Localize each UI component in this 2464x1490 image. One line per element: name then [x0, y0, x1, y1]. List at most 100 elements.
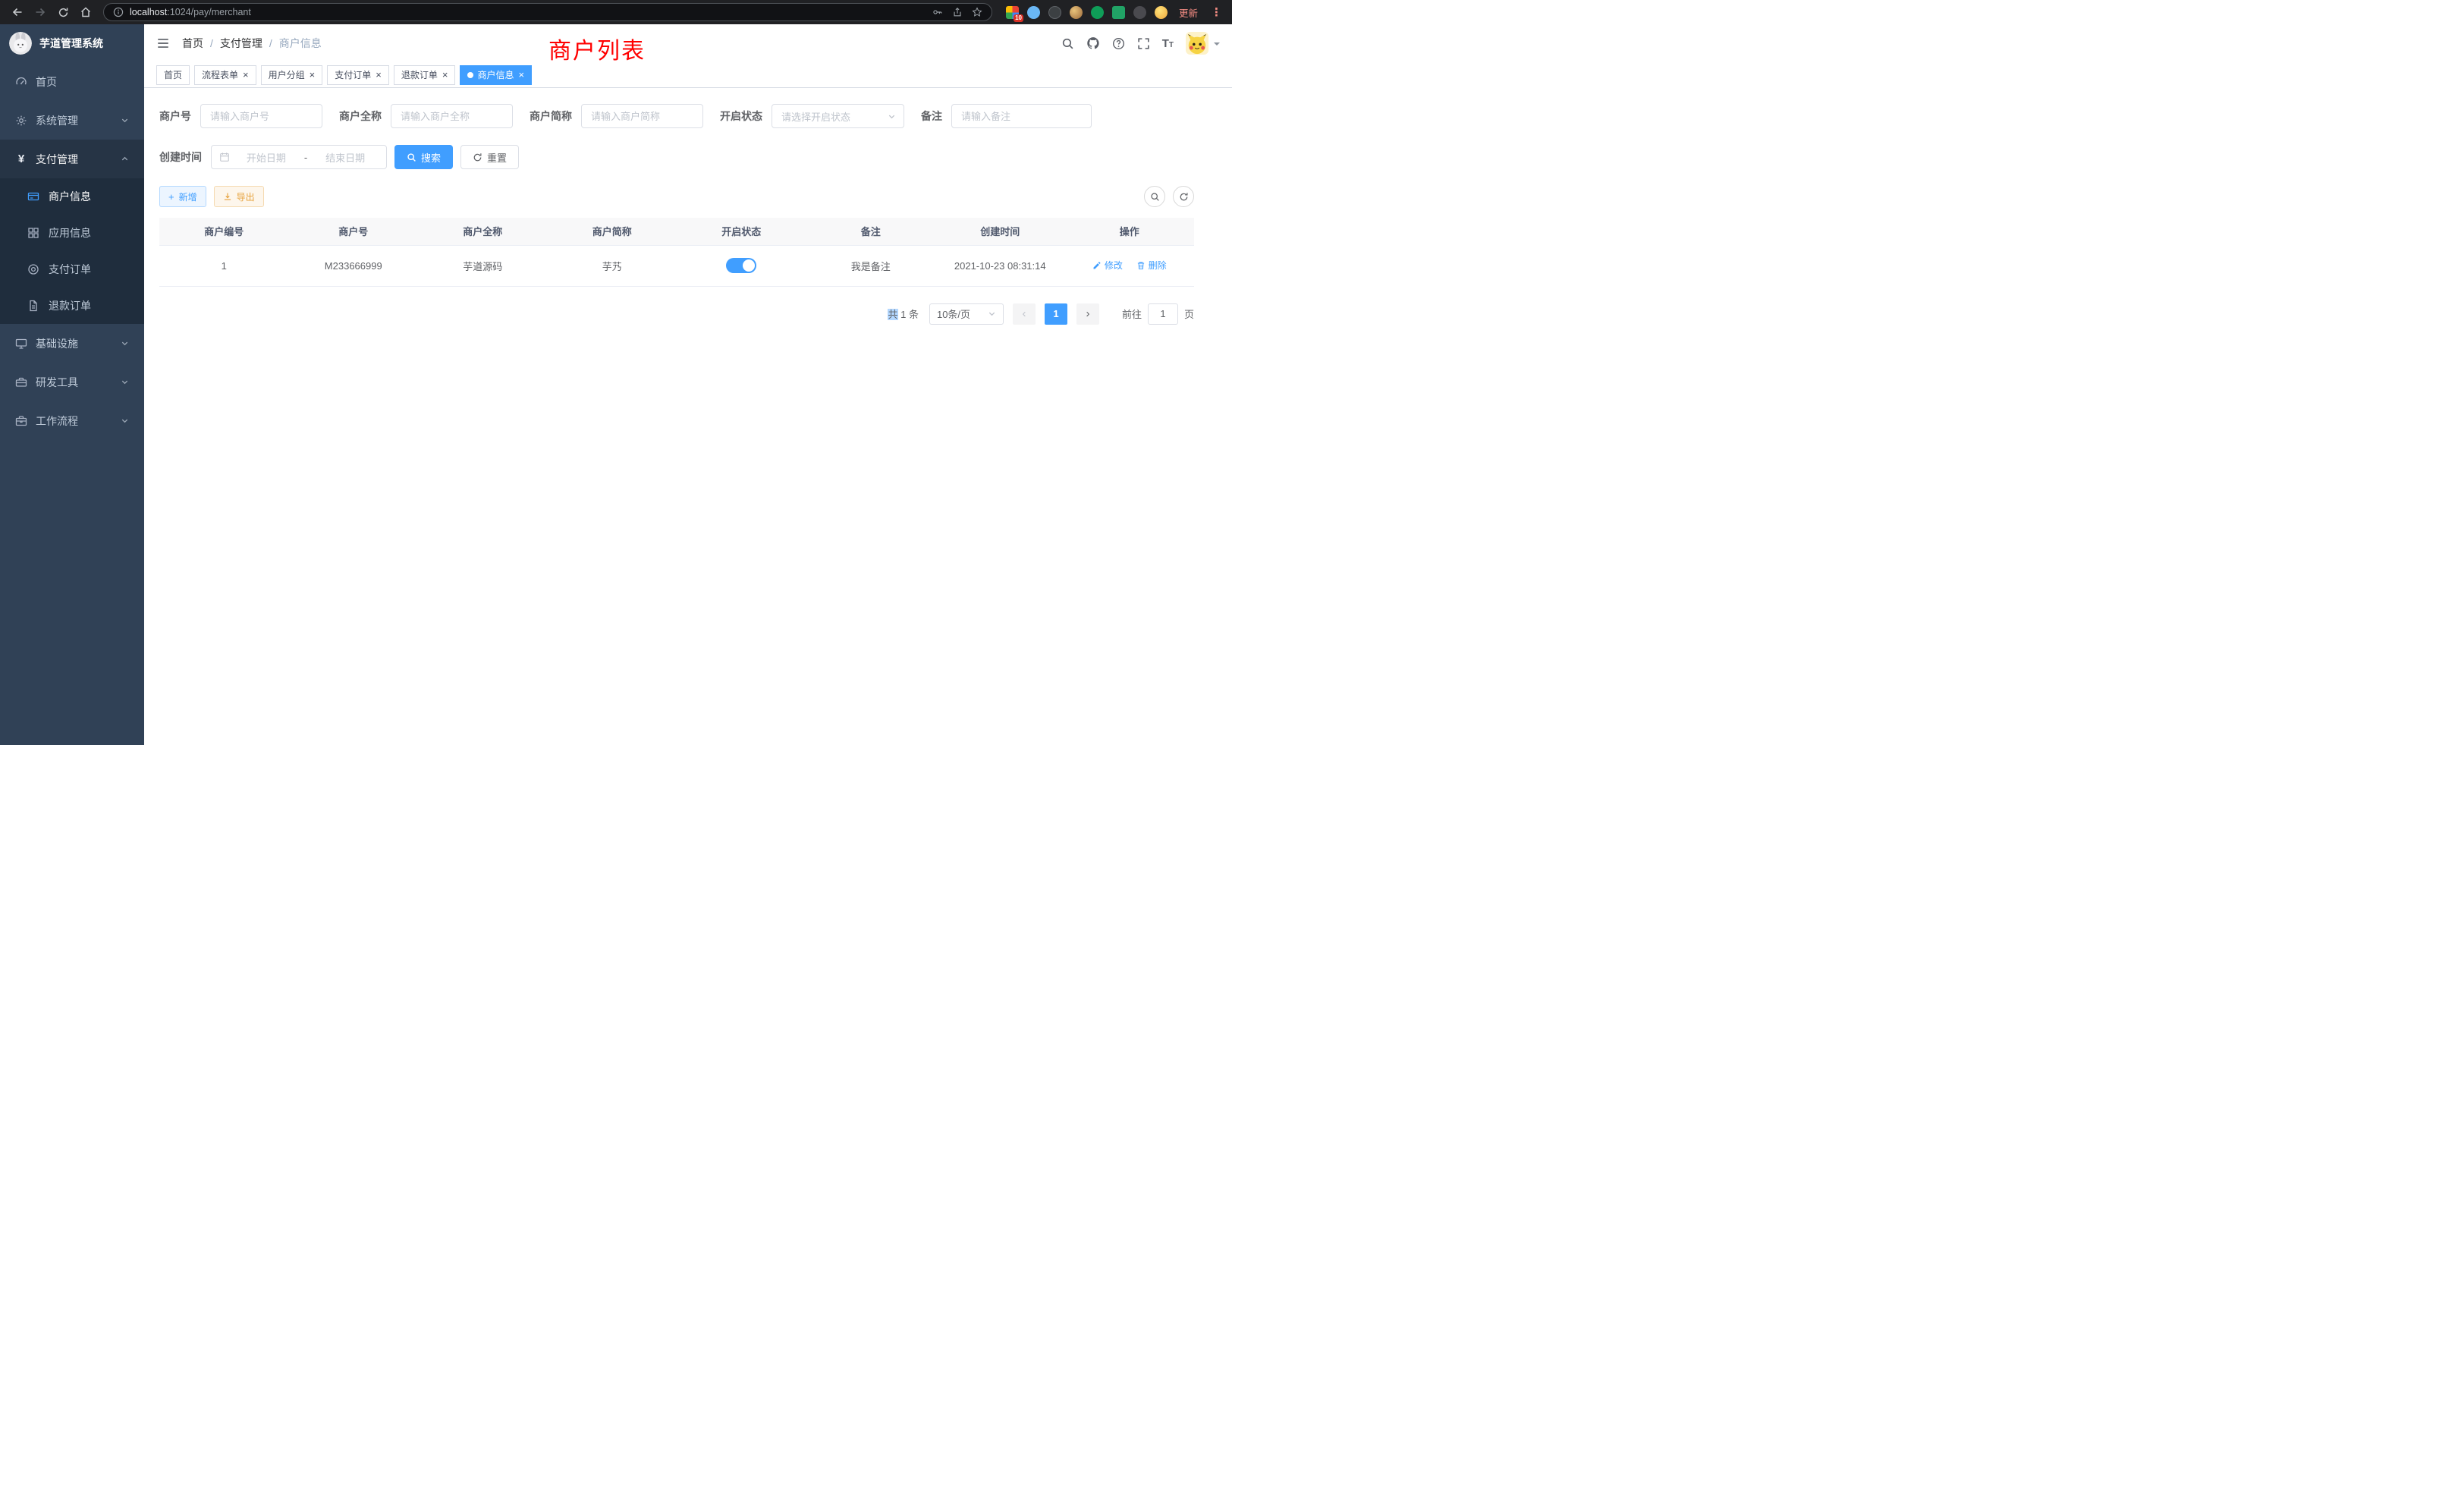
forward-arrow-icon [34, 6, 46, 18]
font-size-icon[interactable]: TT [1162, 38, 1174, 49]
browser-forward-button[interactable] [30, 2, 50, 22]
sidebar-item-label: 商户信息 [49, 189, 91, 204]
browser-extensions: 10 更新 ⋮ [1001, 5, 1224, 20]
url-text: localhost:1024/pay/merchant [130, 7, 926, 17]
delete-button[interactable]: 删除 [1136, 259, 1167, 272]
browser-update-button[interactable]: 更新 [1179, 5, 1198, 20]
add-button[interactable]: + 新增 [159, 186, 206, 207]
tab-label: 用户分组 [269, 68, 305, 81]
next-page-button[interactable]: › [1076, 303, 1099, 325]
close-icon[interactable]: × [310, 70, 316, 80]
status-label: 开启状态 [720, 108, 762, 124]
toolbox-icon [15, 376, 27, 388]
edit-button[interactable]: 修改 [1092, 259, 1123, 272]
address-bar[interactable]: localhost:1024/pay/merchant [103, 3, 992, 21]
breadcrumb-item[interactable]: 首页 [182, 36, 203, 51]
cell-merchant-id: 1 [159, 245, 289, 286]
sidebar-item-pay[interactable]: ¥ 支付管理 [0, 140, 144, 178]
reset-button[interactable]: 重置 [460, 145, 519, 169]
refresh-icon [473, 152, 482, 162]
sidebar-item-label: 退款订单 [49, 298, 91, 313]
column-header: 备注 [806, 218, 936, 245]
sidebar-item-merchant-info[interactable]: 商户信息 [0, 178, 144, 215]
create-time-range-picker[interactable]: 开始日期 - 结束日期 [211, 145, 387, 169]
browser-home-button[interactable] [76, 2, 96, 22]
chevron-down-icon [121, 116, 129, 124]
merchant-table: 商户编号 商户号 商户全称 商户简称 开启状态 备注 创建时间 操作 1 M23… [159, 218, 1194, 287]
fullscreen-icon[interactable] [1137, 37, 1150, 50]
profile-avatar-icon[interactable] [1155, 6, 1168, 19]
extension-icon[interactable] [1027, 6, 1040, 19]
sidebar-item-pay-order[interactable]: 支付订单 [0, 251, 144, 288]
sidebar-item-app-info[interactable]: 应用信息 [0, 215, 144, 251]
merchant-name-label: 商户全称 [339, 108, 382, 124]
extension-icon[interactable] [1133, 6, 1146, 19]
sidebar-item-home[interactable]: 首页 [0, 62, 144, 101]
extension-badge: 10 [1014, 14, 1023, 22]
merchant-no-input[interactable] [200, 104, 322, 128]
goto-page-input[interactable] [1148, 303, 1178, 325]
search-icon[interactable] [1061, 37, 1074, 50]
export-button[interactable]: 导出 [214, 186, 264, 207]
browser-back-button[interactable] [8, 2, 27, 22]
pagination-total-prefix: 共 [888, 309, 897, 320]
page-number-button[interactable]: 1 [1045, 303, 1067, 325]
refresh-table-button[interactable] [1173, 186, 1194, 207]
search-icon [407, 152, 416, 162]
extension-icon[interactable] [1091, 6, 1104, 19]
extension-icon[interactable] [1048, 6, 1061, 19]
user-menu[interactable] [1186, 32, 1220, 55]
app-logo[interactable]: 芋道管理系统 [0, 24, 144, 62]
breadcrumb-separator: / [210, 37, 213, 49]
toggle-search-button[interactable] [1144, 186, 1165, 207]
sidebar-item-dev-tools[interactable]: 研发工具 [0, 363, 144, 401]
column-header: 商户编号 [159, 218, 289, 245]
password-key-icon[interactable] [932, 7, 943, 17]
tab-process-form[interactable]: 流程表单 × [194, 65, 256, 85]
page-size-select[interactable]: 10条/页 [929, 303, 1004, 325]
tab-user-group[interactable]: 用户分组 × [261, 65, 323, 85]
browser-reload-button[interactable] [53, 2, 73, 22]
remark-input[interactable] [951, 104, 1092, 128]
browser-menu-icon[interactable]: ⋮ [1211, 5, 1220, 19]
extension-icon[interactable]: 10 [1006, 6, 1019, 19]
prev-page-button[interactable]: ‹ [1013, 303, 1036, 325]
tab-home[interactable]: 首页 [156, 65, 190, 85]
close-icon[interactable]: × [243, 70, 249, 80]
site-info-icon[interactable] [113, 7, 124, 17]
sidebar: 芋道管理系统 首页 系统管理 ¥ 支付管理 [0, 24, 144, 745]
tab-refund-order[interactable]: 退款订单 × [394, 65, 456, 85]
github-icon[interactable] [1086, 36, 1100, 50]
sidebar-item-refund-order[interactable]: 退款订单 [0, 288, 144, 324]
column-header: 商户号 [289, 218, 419, 245]
close-icon[interactable]: × [518, 70, 524, 80]
status-toggle[interactable] [726, 258, 756, 273]
close-icon[interactable]: × [442, 70, 448, 80]
user-avatar [1186, 32, 1208, 55]
share-icon[interactable] [952, 7, 963, 17]
sidebar-item-workflow[interactable]: 工作流程 [0, 401, 144, 440]
end-date-placeholder: 结束日期 [312, 150, 379, 165]
grid-icon [27, 227, 39, 239]
merchant-name-input[interactable] [391, 104, 513, 128]
search-button[interactable]: 搜索 [394, 145, 453, 169]
sidebar-item-system[interactable]: 系统管理 [0, 101, 144, 140]
merchant-short-input[interactable] [581, 104, 703, 128]
status-select[interactable]: 请选择开启状态 [772, 104, 904, 128]
cell-merchant-name: 芋道源码 [418, 245, 548, 286]
help-icon[interactable] [1112, 37, 1125, 50]
tab-merchant-info[interactable]: 商户信息 × [460, 65, 532, 85]
logo-avatar [9, 32, 32, 55]
chevron-up-icon [121, 155, 129, 163]
sidebar-toggle-icon[interactable] [156, 36, 170, 50]
extension-icon[interactable] [1070, 6, 1083, 19]
bookmark-star-icon[interactable] [972, 7, 982, 17]
app-title: 芋道管理系统 [39, 36, 103, 51]
pagination-total: 共 1 条 [888, 306, 918, 321]
extension-icon[interactable] [1112, 6, 1125, 19]
breadcrumb-item[interactable]: 支付管理 [220, 36, 262, 51]
sidebar-item-infrastructure[interactable]: 基础设施 [0, 324, 144, 363]
tab-pay-order[interactable]: 支付订单 × [327, 65, 389, 85]
close-icon[interactable]: × [376, 70, 382, 80]
trash-icon [1136, 261, 1146, 270]
